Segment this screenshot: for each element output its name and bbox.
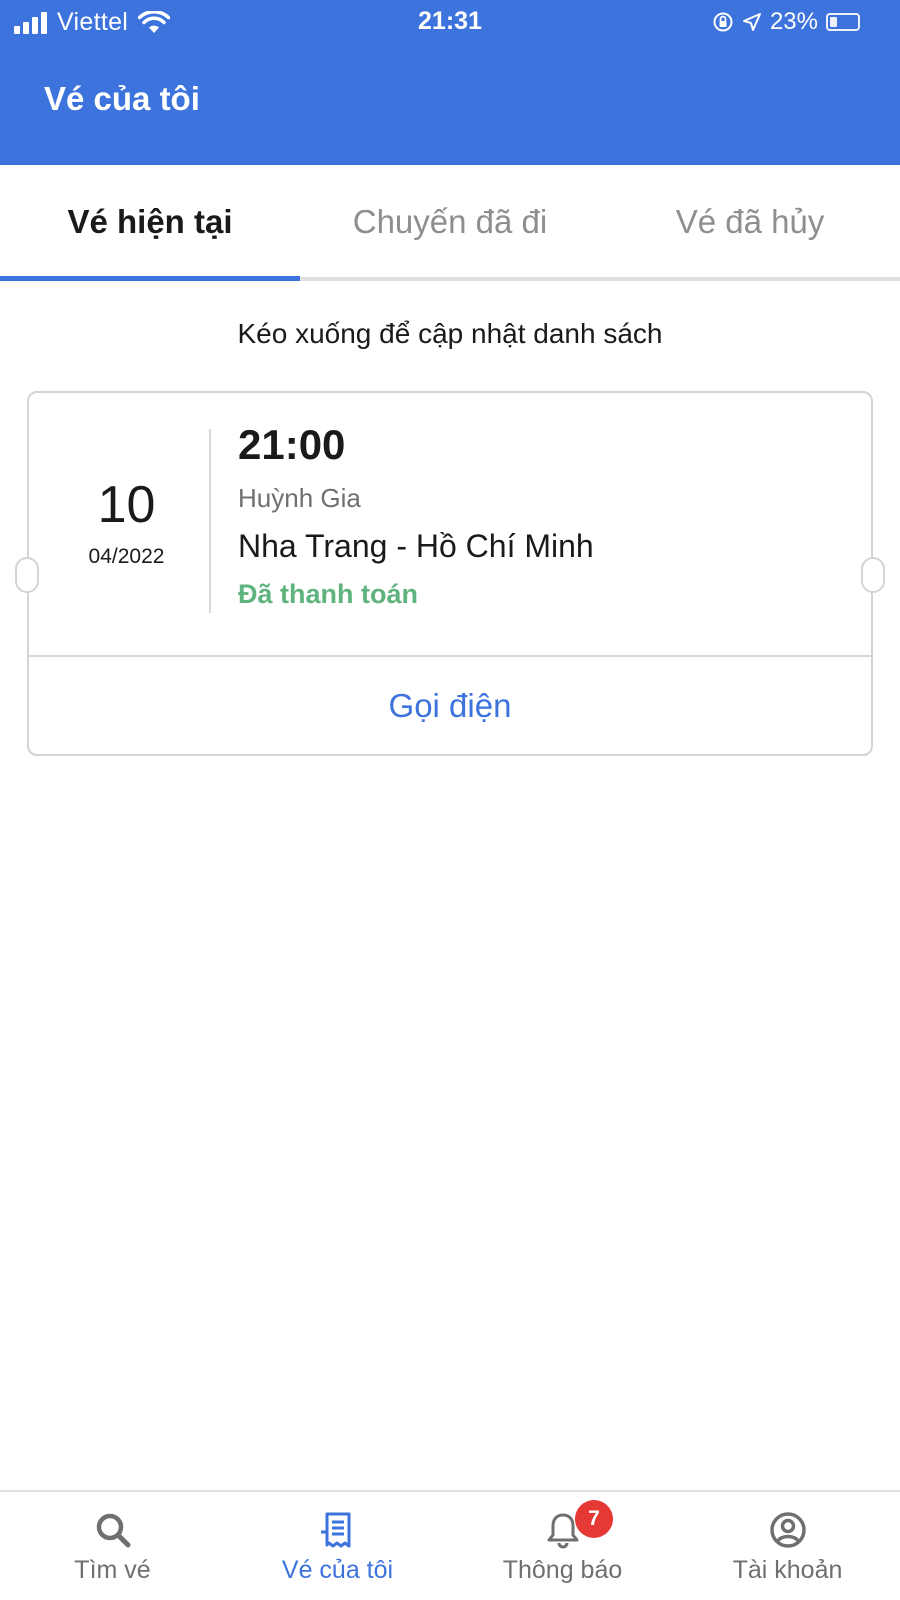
ticket-day: 10 [97, 476, 156, 534]
tab-cancelled-tickets[interactable]: Vé đã hủy [600, 165, 900, 279]
payment-status: Đã thanh toán [238, 579, 418, 609]
orientation-lock-icon [713, 12, 733, 32]
nav-label-account: Tài khoản [732, 1556, 843, 1584]
tab-active-indicator [0, 276, 300, 281]
nav-notifications[interactable]: 7 Thông báo [450, 1492, 675, 1600]
ticket-icon [320, 1512, 350, 1548]
bottom-navigation: Tìm vé Vé của tôi 7 Thông báo Tài khoản [0, 1490, 900, 1600]
ticket-date: 10 04/2022 [29, 433, 224, 569]
pull-to-refresh-hint: Kéo xuống để cập nhật danh sách [237, 318, 663, 349]
ticket-notch-right [861, 557, 885, 593]
notification-badge: 7 [575, 1500, 613, 1538]
nav-label-search: Tìm vé [74, 1556, 151, 1584]
ticket-vertical-divider [209, 429, 211, 613]
call-button[interactable]: Gọi điện [29, 657, 871, 754]
ticket-tabs: Vé hiện tại Chuyến đã đi Vé đã hủy [0, 165, 900, 283]
nav-account[interactable]: Tài khoản [675, 1492, 900, 1600]
trip-route: Nha Trang - Hồ Chí Minh [238, 528, 594, 564]
page-title: Vé của tôi [44, 80, 200, 117]
ticket-details: 21:00 Huỳnh Gia Nha Trang - Hồ Chí Minh … [238, 421, 594, 610]
ticket-month-year: 04/2022 [88, 545, 165, 568]
tab-past-trips[interactable]: Chuyến đã đi [300, 165, 600, 279]
search-icon [96, 1513, 130, 1548]
bus-company: Huỳnh Gia [238, 483, 361, 513]
location-arrow-icon [742, 13, 761, 31]
status-bar: Viettel 21:31 23% [0, 0, 900, 44]
battery-percent: 23% [769, 8, 818, 35]
nav-label-my-tickets: Vé của tôi [281, 1556, 394, 1584]
battery-icon [826, 13, 860, 31]
account-icon [769, 1512, 806, 1548]
ticket-card[interactable]: 10 04/2022 21:00 Huỳnh Gia Nha Trang - H… [15, 391, 885, 756]
departure-time: 21:00 [238, 421, 346, 468]
nav-label-notifications: Thông báo [502, 1556, 623, 1584]
nav-my-tickets[interactable]: Vé của tôi [225, 1492, 450, 1600]
nav-search-tickets[interactable]: Tìm vé [0, 1492, 225, 1600]
app-header: Viettel 21:31 23% Vé của tôi [0, 0, 900, 165]
tab-current-tickets[interactable]: Vé hiện tại [0, 165, 300, 279]
